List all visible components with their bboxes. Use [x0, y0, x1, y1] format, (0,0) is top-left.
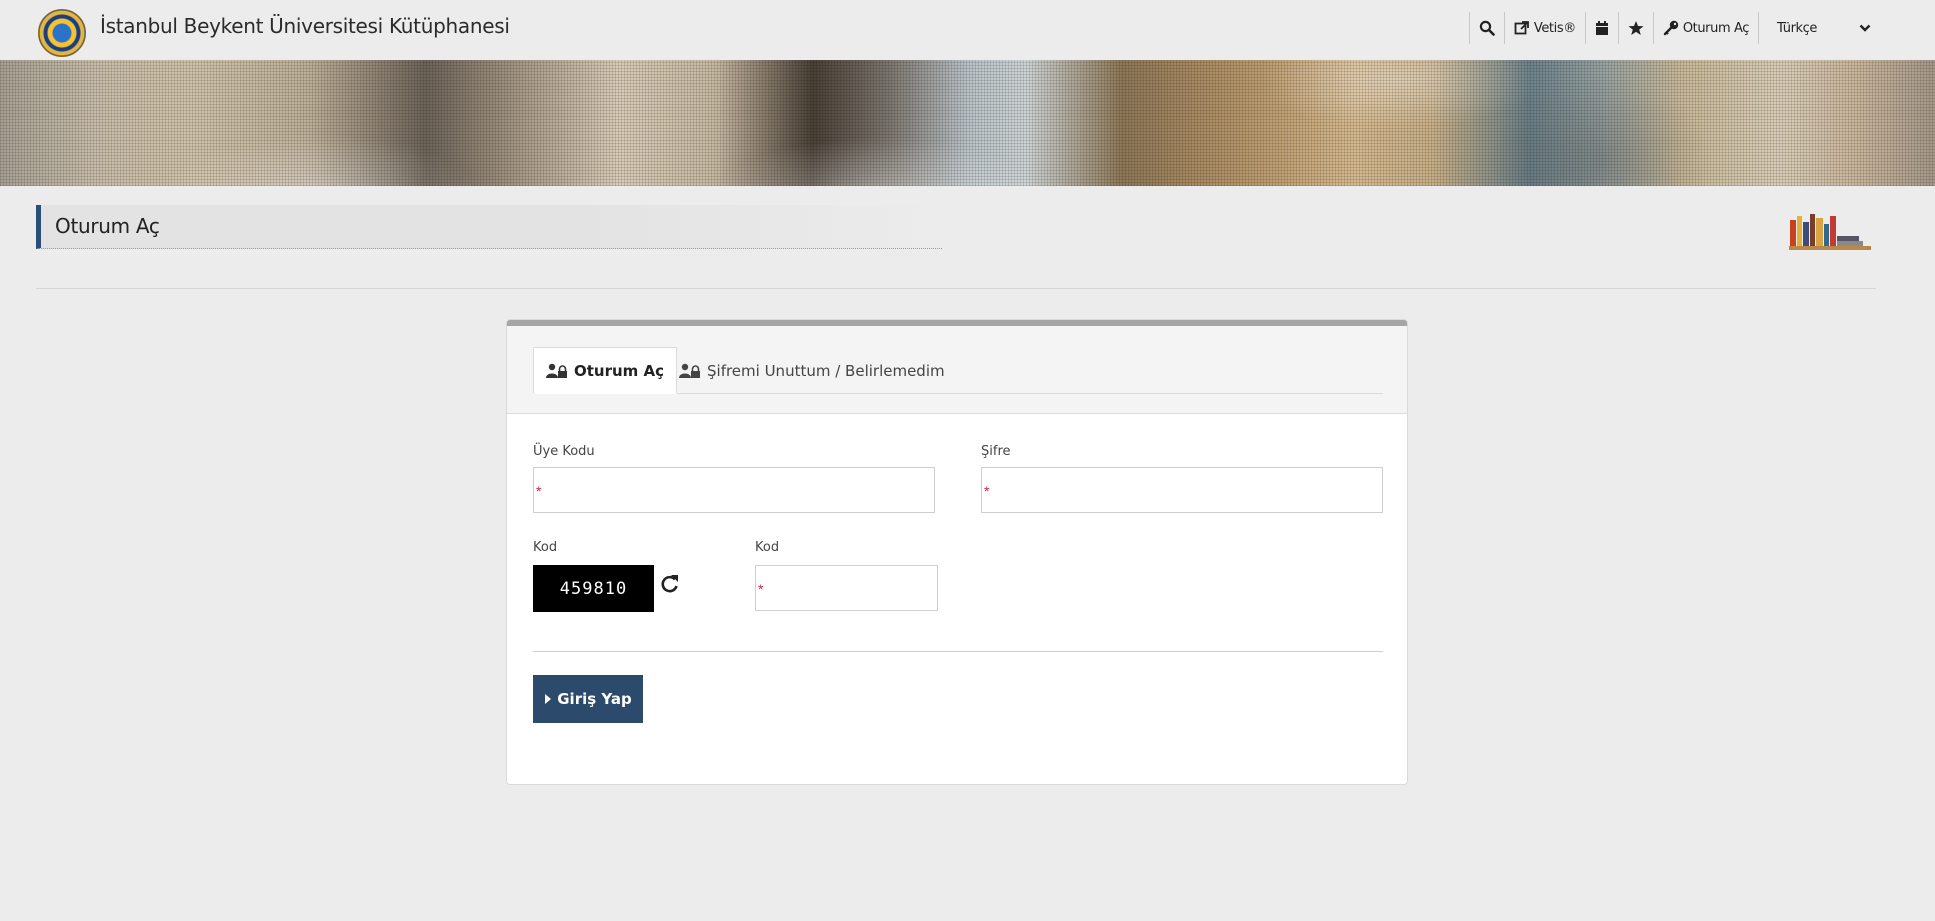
refresh-icon[interactable] [660, 573, 680, 595]
search-icon [1479, 20, 1495, 36]
login-panel: Oturum Aç Şifremi Unuttum / Belirlemedim… [507, 320, 1407, 784]
vetis-link[interactable]: Vetis® [1503, 12, 1585, 44]
calendar-icon [1595, 21, 1608, 35]
header-banner-image [0, 60, 1935, 186]
language-label: Türkçe [1776, 20, 1817, 36]
books-icon [1789, 214, 1871, 250]
favorites-button[interactable] [1617, 12, 1653, 44]
top-bar: İstanbul Beykent Üniversitesi Kütüphanes… [0, 0, 1935, 60]
university-logo[interactable] [38, 9, 86, 57]
login-label: Oturum Aç [1682, 20, 1750, 36]
chevron-down-icon [1859, 24, 1871, 32]
site-title[interactable]: İstanbul Beykent Üniversitesi Kütüphanes… [100, 14, 510, 38]
member-code-label: Üye Kodu [533, 444, 595, 459]
password-label: Şifre [981, 444, 1011, 459]
login-link[interactable]: Oturum Aç [1652, 12, 1758, 44]
calendar-button[interactable] [1584, 12, 1618, 44]
users-lock-icon [546, 363, 567, 378]
captcha-code-input[interactable] [755, 565, 938, 611]
top-nav: Vetis® Oturum Aç Türkçe [1468, 12, 1880, 44]
required-mark: * [758, 581, 764, 597]
code-input-label: Kod [755, 540, 780, 555]
page-title-bar: Oturum Aç [36, 205, 942, 249]
divider [36, 288, 1876, 289]
vetis-label: Vetis® [1533, 20, 1576, 36]
key-icon [1663, 20, 1679, 36]
tab-forgot-password[interactable]: Şifremi Unuttum / Belirlemedim [667, 347, 957, 394]
login-submit-button[interactable]: Giriş Yap [533, 675, 643, 723]
member-code-input[interactable] [533, 467, 935, 513]
tab-login[interactable]: Oturum Aç [533, 347, 678, 394]
page-title: Oturum Aç [55, 214, 160, 238]
form-divider [533, 651, 1383, 652]
search-button[interactable] [1468, 12, 1504, 44]
captcha-label: Kod [533, 540, 558, 555]
language-dropdown-toggle[interactable] [1825, 12, 1880, 44]
language-select[interactable]: Türkçe [1757, 12, 1825, 44]
external-link-icon [1514, 21, 1529, 35]
users-lock-icon [679, 363, 700, 378]
tab-forgot-password-label: Şifremi Unuttum / Belirlemedim [707, 361, 945, 380]
login-tabs-header: Oturum Aç Şifremi Unuttum / Belirlemedim [507, 326, 1407, 414]
tab-login-label: Oturum Aç [574, 361, 665, 380]
required-mark: * [984, 483, 990, 499]
required-mark: * [536, 483, 542, 499]
password-input[interactable] [981, 467, 1383, 513]
login-submit-label: Giriş Yap [557, 690, 632, 708]
star-icon [1628, 21, 1644, 35]
caret-right-icon [545, 694, 552, 704]
captcha-image: 459810 [533, 565, 654, 612]
